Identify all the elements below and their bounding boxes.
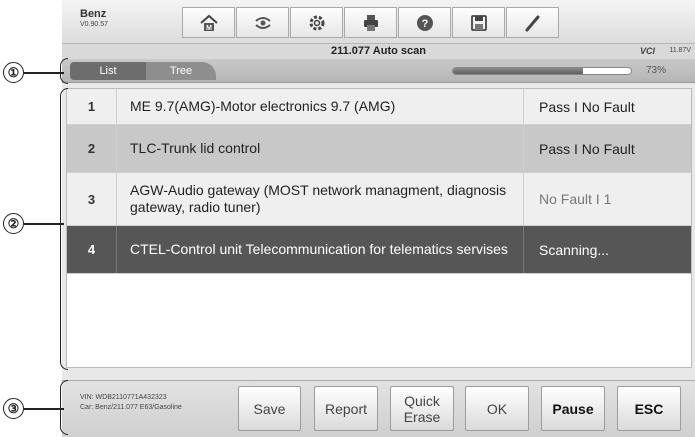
battery-voltage: 11.87V bbox=[669, 47, 691, 54]
table-row[interactable]: 4 CTEL-Control unit Telecommunication fo… bbox=[67, 226, 691, 274]
system-status: Scanning... bbox=[539, 241, 610, 258]
annotate-button[interactable] bbox=[506, 7, 559, 38]
vehicle-swap-button[interactable] bbox=[236, 7, 289, 38]
home-icon: M bbox=[199, 14, 218, 32]
callout-3-leader bbox=[24, 408, 64, 410]
help-icon: ? bbox=[416, 14, 433, 31]
esc-button[interactable]: ESC bbox=[617, 386, 681, 431]
system-status: Pass I No Fault bbox=[539, 98, 635, 115]
system-status: No Fault I 1 bbox=[539, 191, 612, 207]
row-number: 4 bbox=[67, 226, 117, 273]
row-number: 2 bbox=[67, 125, 117, 172]
tab-list[interactable]: List bbox=[70, 62, 146, 80]
car-text: Car: Benz/211.077 E63/Gasoline bbox=[80, 404, 182, 411]
vehicle-brand: Benz bbox=[80, 8, 107, 20]
callout-1-leader bbox=[24, 72, 64, 74]
settings-icon bbox=[309, 15, 324, 30]
system-name: AGW-Audio gateway (MOST network managmen… bbox=[117, 173, 524, 225]
system-name: ME 9.7(AMG)-Motor electronics 9.7 (AMG) bbox=[117, 89, 524, 124]
page-title: 211.077 Auto scan bbox=[331, 45, 426, 57]
ok-button[interactable]: OK bbox=[465, 386, 529, 431]
scan-results-table: 1 ME 9.7(AMG)-Motor electronics 9.7 (AMG… bbox=[66, 88, 692, 368]
print-icon bbox=[363, 14, 378, 31]
help-button[interactable]: ? bbox=[398, 7, 451, 38]
software-version: V0.90.57 bbox=[80, 21, 109, 28]
pen-icon bbox=[525, 15, 539, 31]
vehicle-info: VIN: WDB2110771A432323 Car: Benz/211.077… bbox=[80, 393, 182, 413]
tab-tree[interactable]: Tree bbox=[146, 62, 216, 80]
callout-3-bracket bbox=[60, 380, 68, 435]
svg-text:?: ? bbox=[421, 18, 428, 30]
vin-text: VIN: WDB2110771A432323 bbox=[80, 394, 167, 401]
svg-text:M: M bbox=[206, 25, 212, 32]
save-button[interactable]: Save bbox=[238, 386, 301, 431]
vci-indicator: VCI bbox=[639, 46, 655, 56]
table-row[interactable]: 2 TLC-Trunk lid control Pass I No Fault bbox=[67, 125, 691, 173]
table-row[interactable]: 1 ME 9.7(AMG)-Motor electronics 9.7 (AMG… bbox=[67, 89, 691, 125]
report-button[interactable]: Report bbox=[314, 386, 378, 431]
scan-progress-percent: 73% bbox=[646, 65, 667, 76]
row-number: 3 bbox=[67, 173, 117, 225]
callout-3: ③ bbox=[3, 398, 24, 419]
callout-2-bracket bbox=[60, 88, 68, 370]
callout-2: ② bbox=[3, 213, 24, 234]
callout-1: ① bbox=[3, 62, 24, 83]
system-name: CTEL-Control unit Telecommunication for … bbox=[117, 226, 524, 273]
table-row[interactable]: 3 AGW-Audio gateway (MOST network managm… bbox=[67, 173, 691, 226]
row-number: 1 bbox=[67, 89, 117, 124]
home-button[interactable]: M bbox=[182, 7, 235, 38]
settings-button[interactable] bbox=[290, 7, 343, 38]
system-status: Pass I No Fault bbox=[539, 140, 635, 157]
pause-button[interactable]: Pause bbox=[541, 386, 605, 431]
system-name: TLC-Trunk lid control bbox=[117, 125, 524, 172]
scan-progress-fill bbox=[453, 68, 583, 74]
save-icon bbox=[470, 14, 487, 31]
scan-progress-bar bbox=[452, 67, 632, 75]
save-data-button[interactable] bbox=[452, 7, 505, 38]
quick-erase-button[interactable]: Quick Erase bbox=[390, 386, 454, 431]
vehicle-swap-icon bbox=[254, 16, 271, 29]
callout-1-bracket bbox=[60, 58, 68, 84]
print-button[interactable] bbox=[344, 7, 397, 38]
callout-2-leader bbox=[24, 223, 64, 225]
